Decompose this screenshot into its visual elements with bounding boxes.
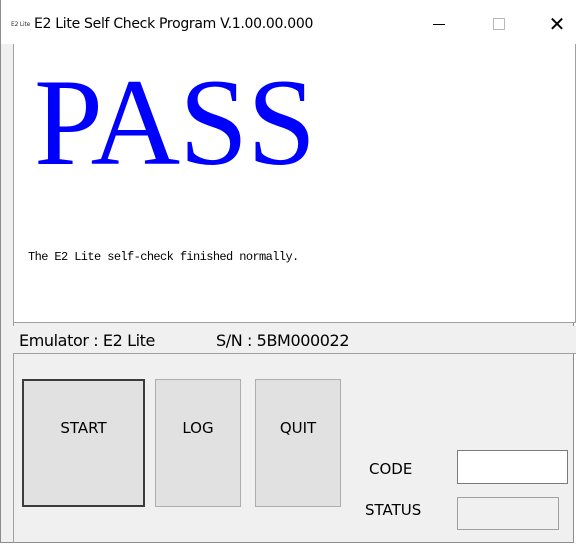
log-button[interactable]: LOG: [155, 379, 241, 507]
status-label: STATUS: [365, 501, 422, 519]
minimize-button[interactable]: [419, 8, 459, 40]
close-icon: ✕: [548, 12, 566, 36]
status-field: [457, 497, 559, 530]
minimize-icon: [433, 23, 445, 25]
emulator-info-bar: Emulator : E2 Lite S/N : 5BM000022: [13, 326, 576, 354]
quit-button[interactable]: QUIT: [255, 379, 341, 507]
close-button[interactable]: ✕: [537, 8, 576, 40]
result-panel: PASS The E2 Lite self-check finished nor…: [13, 44, 576, 323]
window-title: E2 Lite Self Check Program V.1.00.00.000: [34, 16, 314, 32]
emulator-label: Emulator : E2 Lite: [19, 331, 155, 350]
start-button[interactable]: START: [22, 379, 145, 507]
log-button-label: LOG: [182, 419, 214, 437]
result-message: The E2 Lite self-check finished normally…: [28, 250, 299, 264]
title-bar[interactable]: E2 Lite E2 Lite Self Check Program V.1.0…: [1, 0, 576, 44]
maximize-button[interactable]: [479, 8, 519, 40]
app-icon: E2 Lite: [11, 21, 31, 28]
quit-button-label: QUIT: [279, 419, 317, 437]
code-field[interactable]: [457, 450, 568, 484]
app-window: E2 Lite E2 Lite Self Check Program V.1.0…: [0, 0, 576, 543]
serial-number-label: S/N : 5BM000022: [216, 331, 350, 350]
code-label: CODE: [369, 460, 413, 478]
maximize-icon: [493, 18, 505, 30]
start-button-label: START: [60, 419, 107, 437]
result-headline: PASS: [34, 54, 316, 191]
